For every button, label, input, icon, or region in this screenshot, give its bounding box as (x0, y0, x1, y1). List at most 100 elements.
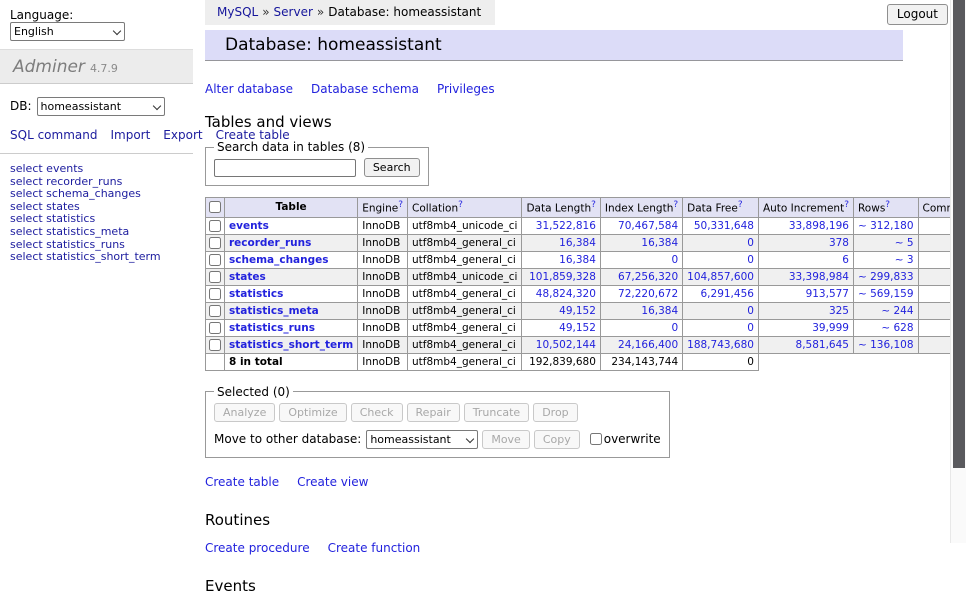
breadcrumb-server[interactable]: Server (274, 5, 313, 19)
sidebar-link-export[interactable]: Export (163, 128, 202, 142)
vertical-scrollbar[interactable] (950, 0, 966, 543)
rows-link[interactable]: ~ 628 (881, 322, 913, 334)
db-select[interactable]: homeassistant (37, 97, 165, 116)
column-help-link[interactable]: ? (591, 200, 596, 210)
auto-increment-link[interactable]: 39,999 (812, 322, 849, 334)
rows-link[interactable]: ~ 569,159 (858, 288, 914, 300)
scrollbar-thumb[interactable] (953, 0, 965, 468)
index-length-link[interactable]: 0 (671, 254, 678, 266)
data-free-link[interactable]: 6,291,456 (701, 288, 754, 300)
data-free-link[interactable]: 0 (747, 237, 754, 249)
data-length-link[interactable]: 48,824,320 (536, 288, 596, 300)
selected-truncate-button[interactable]: Truncate (464, 403, 529, 422)
column-help-link[interactable]: ? (885, 200, 890, 210)
column-help-link[interactable]: ? (458, 200, 463, 210)
move-copy-button[interactable]: Copy (534, 430, 580, 449)
rows-link[interactable]: ~ 312,180 (858, 220, 914, 232)
table-link-recorder-runs[interactable]: recorder_runs (229, 237, 311, 249)
select-all-checkbox[interactable] (209, 201, 221, 213)
link-alter-database[interactable]: Alter database (205, 82, 293, 96)
index-length-link[interactable]: 16,384 (641, 305, 678, 317)
rows-link[interactable]: ~ 136,108 (858, 339, 914, 351)
table-link-statistics-meta[interactable]: statistics_meta (229, 305, 319, 317)
data-length-link[interactable]: 49,152 (559, 322, 596, 334)
selected-repair-button[interactable]: Repair (407, 403, 460, 422)
app-name[interactable]: Adminer (13, 57, 85, 77)
row-checkbox[interactable] (209, 305, 221, 317)
index-length-link[interactable]: 24,166,400 (618, 339, 678, 351)
auto-increment-link[interactable]: 33,898,196 (789, 220, 849, 232)
rows-link[interactable]: ~ 244 (881, 305, 913, 317)
index-length-link[interactable]: 67,256,320 (618, 271, 678, 283)
data-free-link[interactable]: 0 (747, 322, 754, 334)
language-select[interactable]: English (10, 22, 125, 41)
breadcrumb-mysql[interactable]: MySQL (217, 5, 258, 19)
data-free-link[interactable]: 50,331,648 (694, 220, 754, 232)
link-create-view[interactable]: Create view (297, 475, 368, 489)
data-length-link[interactable]: 31,522,816 (536, 220, 596, 232)
rows-link[interactable]: ~ 5 (895, 237, 914, 249)
data-length-link[interactable]: 16,384 (559, 254, 596, 266)
index-length-link[interactable]: 16,384 (641, 237, 678, 249)
cell-table-name: statistics_meta (225, 302, 358, 319)
sidebar-link-import[interactable]: Import (110, 128, 150, 142)
link-database-schema[interactable]: Database schema (311, 82, 419, 96)
column-help-link[interactable]: ? (398, 200, 403, 210)
data-free-link[interactable]: 0 (747, 254, 754, 266)
selected-analyze-button[interactable]: Analyze (214, 403, 275, 422)
table-link-states[interactable]: states (229, 271, 266, 283)
index-length-link[interactable]: 72,220,672 (618, 288, 678, 300)
table-link-schema-changes[interactable]: schema_changes (229, 254, 329, 266)
create-links: Create table Create view (205, 475, 903, 489)
table-link-events[interactable]: events (229, 220, 269, 232)
sidebar-item-select-statistics-meta[interactable]: select statistics_meta (10, 226, 183, 239)
data-length-link[interactable]: 49,152 (559, 305, 596, 317)
cell-data-free: 104,857,600 (683, 268, 759, 285)
column-help-link[interactable]: ? (738, 200, 743, 210)
data-length-link[interactable]: 16,384 (559, 237, 596, 249)
row-checkbox[interactable] (209, 237, 221, 249)
column-help-link[interactable]: ? (673, 200, 678, 210)
sidebar-link-sql-command[interactable]: SQL command (10, 128, 97, 142)
sidebar-item-select-events[interactable]: select events (10, 163, 183, 176)
index-length-link[interactable]: 70,467,584 (618, 220, 678, 232)
table-link-statistics-short-term[interactable]: statistics_short_term (229, 339, 353, 351)
link-create-table[interactable]: Create table (205, 475, 279, 489)
page-title: Database: homeassistant (205, 30, 903, 61)
move-db-select[interactable]: homeassistant (366, 430, 478, 449)
data-length-link[interactable]: 10,502,144 (536, 339, 596, 351)
column-help-link[interactable]: ? (844, 200, 849, 210)
row-checkbox[interactable] (209, 339, 221, 351)
table-link-statistics-runs[interactable]: statistics_runs (229, 322, 315, 334)
overwrite-checkbox[interactable] (590, 433, 602, 445)
auto-increment-link[interactable]: 325 (829, 305, 849, 317)
auto-increment-link[interactable]: 6 (842, 254, 849, 266)
row-checkbox[interactable] (209, 271, 221, 283)
selected-drop-button[interactable]: Drop (533, 403, 577, 422)
auto-increment-link[interactable]: 913,577 (806, 288, 849, 300)
table-link-statistics[interactable]: statistics (229, 288, 283, 300)
data-free-link[interactable]: 0 (747, 305, 754, 317)
auto-increment-link[interactable]: 33,398,984 (789, 271, 849, 283)
logout-button[interactable]: Logout (887, 4, 948, 25)
row-checkbox[interactable] (209, 254, 221, 266)
link-privileges[interactable]: Privileges (437, 82, 495, 96)
auto-increment-link[interactable]: 8,581,645 (796, 339, 849, 351)
selected-check-button[interactable]: Check (351, 403, 403, 422)
rows-link[interactable]: ~ 3 (895, 254, 914, 266)
data-free-link[interactable]: 104,857,600 (687, 271, 754, 283)
data-free-link[interactable]: 188,743,680 (687, 339, 754, 351)
row-checkbox[interactable] (209, 288, 221, 300)
rows-link[interactable]: ~ 299,833 (858, 271, 914, 283)
sidebar-item-select-schema-changes[interactable]: select schema_changes (10, 188, 183, 201)
auto-increment-link[interactable]: 378 (829, 237, 849, 249)
sidebar-item-select-statistics-short-term[interactable]: select statistics_short_term (10, 251, 183, 264)
row-checkbox[interactable] (209, 322, 221, 334)
selected-optimize-button[interactable]: Optimize (279, 403, 346, 422)
search-button[interactable]: Search (364, 158, 420, 177)
move-move-button[interactable]: Move (482, 430, 530, 449)
index-length-link[interactable]: 0 (671, 322, 678, 334)
search-input[interactable] (214, 159, 356, 177)
data-length-link[interactable]: 101,859,328 (529, 271, 596, 283)
row-checkbox[interactable] (209, 220, 221, 232)
